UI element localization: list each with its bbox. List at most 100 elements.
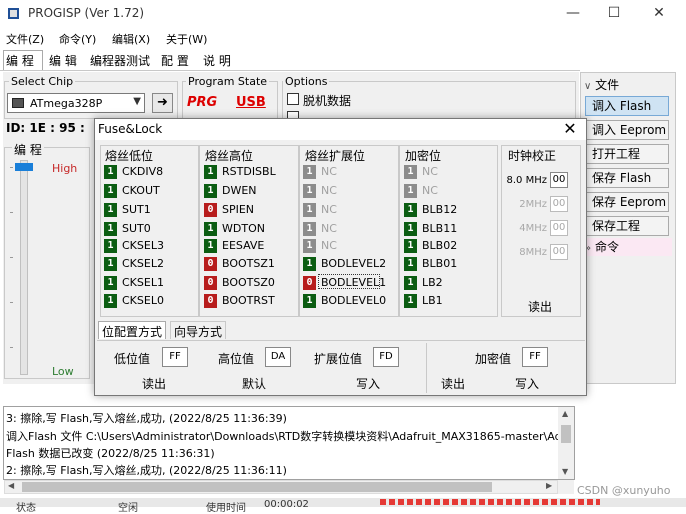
save-eeprom-button[interactable]: 保存 Eeprom	[585, 192, 669, 212]
write-lock-button[interactable]: 写入	[515, 375, 539, 392]
write-fuse-button[interactable]: 写入	[356, 375, 380, 392]
fuse-bit-label: CKSEL3	[122, 239, 164, 252]
load-flash-button[interactable]: 调入 Flash	[585, 96, 669, 116]
fuse-ext-header: 熔丝扩展位	[305, 149, 366, 163]
arrow-right-icon[interactable]: ➜	[152, 93, 173, 113]
clock-value-4mhz: 00	[550, 220, 568, 236]
fuse-bit-toggle[interactable]: 1	[303, 294, 316, 308]
fuse-bit-label: SUT1	[122, 203, 151, 216]
low-value-field[interactable]: FF	[162, 347, 188, 367]
load-eeprom-button[interactable]: 调入 Eeprom	[585, 120, 669, 140]
clock-read-button[interactable]: 读出	[528, 298, 552, 315]
tab-bit-config[interactable]: 位配置方式	[98, 321, 167, 339]
fuse-bit-toggle[interactable]: 0	[204, 276, 217, 290]
select-chip-label: Select Chip	[9, 75, 76, 88]
fuse-bit-toggle[interactable]: 1	[404, 257, 417, 271]
default-fuse-button[interactable]: 默认	[242, 375, 266, 392]
dialog-title-bar	[95, 119, 586, 140]
fuse-bit-toggle: 1	[404, 165, 417, 179]
high-value-field[interactable]: DA	[265, 347, 291, 367]
chip-select[interactable]: ATmega328P ▼	[7, 93, 145, 113]
minimize-icon[interactable]: —	[562, 4, 584, 22]
clock-value-8mhz-internal[interactable]: 00	[550, 172, 568, 188]
fuse-bit-toggle[interactable]: 1	[404, 222, 417, 236]
fuse-bit-toggle[interactable]: 0	[303, 276, 316, 290]
tab-config[interactable]: 配 置	[161, 52, 189, 69]
scroll-up-icon[interactable]: ▲	[562, 409, 568, 418]
app-icon	[7, 7, 20, 20]
fuse-bit-toggle[interactable]: 1	[104, 222, 117, 236]
tab-help[interactable]: 说 明	[203, 52, 231, 69]
fuse-bit-toggle[interactable]: 0	[204, 257, 217, 271]
fuse-bit-toggle: 1	[303, 165, 316, 179]
read-fuse-button[interactable]: 读出	[142, 375, 166, 392]
fuse-bit-toggle[interactable]: 1	[104, 257, 117, 271]
fuse-bit-label: NC	[321, 222, 337, 235]
scroll-thumb[interactable]	[22, 482, 492, 492]
scroll-thumb[interactable]	[561, 425, 571, 443]
fuse-bit-toggle[interactable]: 1	[404, 239, 417, 253]
options-label: Options	[283, 75, 330, 88]
fuse-bit-toggle[interactable]: 1	[404, 203, 417, 217]
fuse-bit-toggle[interactable]: 1	[104, 276, 117, 290]
fuse-bit-toggle[interactable]: 0	[204, 294, 217, 308]
scroll-down-icon[interactable]: ▼	[562, 467, 568, 476]
fuse-bit-toggle[interactable]: 1	[404, 294, 417, 308]
fuse-bit-toggle[interactable]: 1	[104, 203, 117, 217]
fuse-bit-label: CKOUT	[122, 184, 160, 197]
scroll-corner	[558, 480, 574, 494]
tab-edit[interactable]: 编 辑	[49, 52, 77, 69]
fuse-bit-toggle[interactable]: 1	[104, 165, 117, 179]
ext-value-field[interactable]: FD	[373, 347, 399, 367]
fuse-bit-toggle: 1	[303, 203, 316, 217]
offline-checkbox[interactable]	[287, 93, 299, 105]
tab-programmer-test[interactable]: 编程器测试	[90, 52, 150, 69]
fuse-bit-label: SPIEN	[222, 203, 255, 216]
fuse-bit-toggle[interactable]: 1	[303, 257, 316, 271]
chevron-double-down-icon: ∨	[584, 81, 592, 92]
save-project-button[interactable]: 保存工程	[585, 216, 669, 236]
chevron-down-icon: ▼	[133, 96, 141, 107]
fuse-bit-toggle[interactable]: 1	[104, 184, 117, 198]
log-line: Flash 数据已改变 (2022/8/25 11:36:31)	[6, 447, 215, 460]
fuse-bit-toggle[interactable]: 0	[204, 203, 217, 217]
fuse-bit-toggle[interactable]: 1	[404, 276, 417, 290]
tab-program[interactable]: 编 程	[6, 52, 34, 69]
open-project-button[interactable]: 打开工程	[585, 144, 669, 164]
level-slider-thumb[interactable]	[15, 163, 33, 171]
fuse-bit-toggle[interactable]: 1	[104, 294, 117, 308]
slider-tick	[10, 212, 13, 213]
fuse-bit-label: NC	[321, 165, 337, 178]
tab-wizard[interactable]: 向导方式	[170, 321, 227, 339]
fuse-bit-label: SUT0	[122, 222, 151, 235]
fuse-bit-toggle[interactable]: 1	[204, 239, 217, 253]
close-icon[interactable]: ✕	[561, 119, 579, 139]
save-flash-button[interactable]: 保存 Flash	[585, 168, 669, 188]
clock-label-8mhz-internal: 8.0 MHz	[506, 175, 547, 186]
scroll-left-icon[interactable]: ◀	[8, 481, 14, 490]
menu-edit[interactable]: 编辑(X)	[112, 31, 150, 47]
chip-id: ID: 1E : 95 :	[6, 121, 85, 135]
scroll-right-icon[interactable]: ▶	[546, 481, 552, 490]
menu-command[interactable]: 命令(Y)	[59, 31, 96, 47]
command-header[interactable]: » 命令	[584, 238, 672, 256]
clock-label-2mhz: 2MHz	[519, 199, 547, 210]
fuse-bit-toggle[interactable]: 1	[204, 184, 217, 198]
ext-value-label: 扩展位值	[314, 352, 363, 366]
log-vertical-scrollbar[interactable]: ▲ ▼	[558, 407, 574, 479]
files-header-label: 文件	[595, 78, 620, 92]
fuse-bit-label: CKSEL2	[122, 257, 164, 270]
fuse-bit-toggle[interactable]: 1	[204, 165, 217, 179]
log-line: 调入Flash 文件 C:\Users\Administrator\Downlo…	[6, 430, 558, 443]
dialog-title: Fuse&Lock	[98, 122, 163, 136]
fuse-bit-toggle[interactable]: 1	[104, 239, 117, 253]
fuse-bit-label: NC	[422, 184, 438, 197]
fuse-bit-label: BLB01	[422, 257, 458, 270]
lock-value-field[interactable]: FF	[522, 347, 548, 367]
close-icon[interactable]: ✕	[648, 4, 670, 22]
fuse-bit-toggle[interactable]: 1	[204, 222, 217, 236]
maximize-icon[interactable]: ☐	[603, 4, 625, 22]
menu-about[interactable]: 关于(W)	[166, 31, 207, 47]
menu-file[interactable]: 文件(Z)	[6, 31, 44, 47]
read-lock-button[interactable]: 读出	[441, 375, 465, 392]
